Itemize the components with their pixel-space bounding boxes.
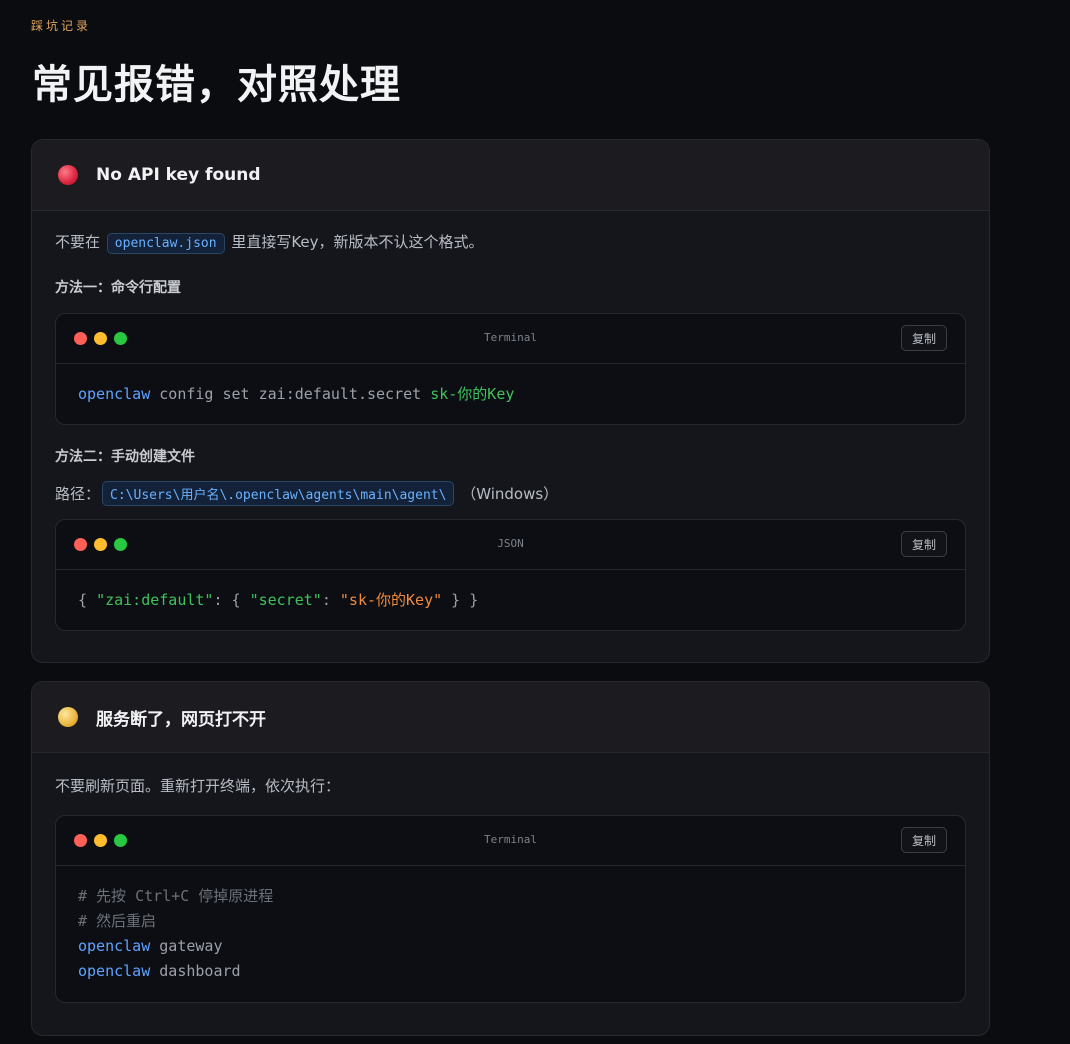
terminal-header: JSON 复制 <box>56 520 965 570</box>
error-card-no-api-key: No API key found 不要在 openclaw.json 里直接写K… <box>31 139 990 663</box>
terminal-code: openclaw config set zai:default.secret s… <box>56 364 965 424</box>
terminal-block-restart: Terminal 复制 # 先按 Ctrl+C 停掉原进程 # 然后重启 ope… <box>55 815 966 1003</box>
code-command: openclaw <box>78 385 151 403</box>
terminal-block-cli: Terminal 复制 openclaw config set zai:defa… <box>55 313 966 425</box>
intro-text-after: 里直接写Key，新版本不认这个格式。 <box>231 233 484 251</box>
json-value: "sk-你的Key" <box>339 591 443 609</box>
path-line: 路径： C:\Users\用户名\.openclaw\agents\main\ag… <box>55 481 558 506</box>
card-title: No API key found <box>96 165 261 185</box>
json-key: "secret" <box>249 591 322 609</box>
code-command: openclaw <box>78 937 151 955</box>
terminal-header: Terminal 复制 <box>56 816 965 866</box>
card-title: 服务断了，网页打不开 <box>96 709 266 730</box>
code-value: sk-你的Key <box>430 385 515 403</box>
code-comment: # 然后重启 <box>78 912 157 930</box>
json-punct: : { <box>213 591 250 609</box>
red-status-icon <box>58 165 78 185</box>
copy-button[interactable]: 复制 <box>900 325 947 351</box>
inline-code-filename: openclaw.json <box>106 233 225 254</box>
json-punct: : <box>321 591 340 609</box>
json-punct: { <box>78 591 97 609</box>
copy-button[interactable]: 复制 <box>900 531 947 557</box>
code-args: config set zai:default.secret <box>150 385 431 403</box>
card-body: 不要刷新页面。重新打开终端，依次执行： Terminal 复制 # 先按 Ctr… <box>32 753 989 1035</box>
card-header: 服务断了，网页打不开 <box>32 682 989 753</box>
card-header: No API key found <box>32 140 989 211</box>
card-intro: 不要在 openclaw.json 里直接写Key，新版本不认这个格式。 <box>55 231 484 254</box>
path-label: 路径： <box>55 485 101 503</box>
method-two-label: 方法二：手动创建文件 <box>55 449 195 465</box>
yellow-status-icon <box>58 707 78 727</box>
json-punct: } } <box>442 591 479 609</box>
section-eyebrow: 踩坑记录 <box>31 19 92 33</box>
code-command: openclaw <box>78 962 151 980</box>
page-title: 常见报错，对照处理 <box>32 62 401 108</box>
inline-code-path: C:\Users\用户名\.openclaw\agents\main\agent… <box>102 481 455 506</box>
terminal-label: JSON <box>497 537 524 550</box>
terminal-label: Terminal <box>484 331 537 344</box>
code-args: gateway <box>150 937 223 955</box>
error-card-service-down: 服务断了，网页打不开 不要刷新页面。重新打开终端，依次执行： Terminal … <box>31 681 990 1036</box>
method-one-label: 方法一：命令行配置 <box>55 280 181 296</box>
code-args: dashboard <box>150 962 241 980</box>
code-comment: # 先按 Ctrl+C 停掉原进程 <box>78 887 274 905</box>
json-code: { "zai:default": { "secret": "sk-你的Key" … <box>56 570 965 630</box>
intro-text-before: 不要在 <box>55 233 101 251</box>
terminal-header: Terminal 复制 <box>56 314 965 364</box>
card-intro: 不要刷新页面。重新打开终端，依次执行： <box>55 777 341 795</box>
terminal-label: Terminal <box>484 833 537 846</box>
card-body: 不要在 openclaw.json 里直接写Key，新版本不认这个格式。 方法一… <box>32 211 989 662</box>
terminal-code: # 先按 Ctrl+C 停掉原进程 # 然后重启 openclaw gatewa… <box>56 866 965 1002</box>
json-key: "zai:default" <box>96 591 214 609</box>
path-suffix: （Windows） <box>461 485 559 503</box>
copy-button[interactable]: 复制 <box>900 827 947 853</box>
terminal-block-json: JSON 复制 { "zai:default": { "secret": "sk… <box>55 519 966 631</box>
